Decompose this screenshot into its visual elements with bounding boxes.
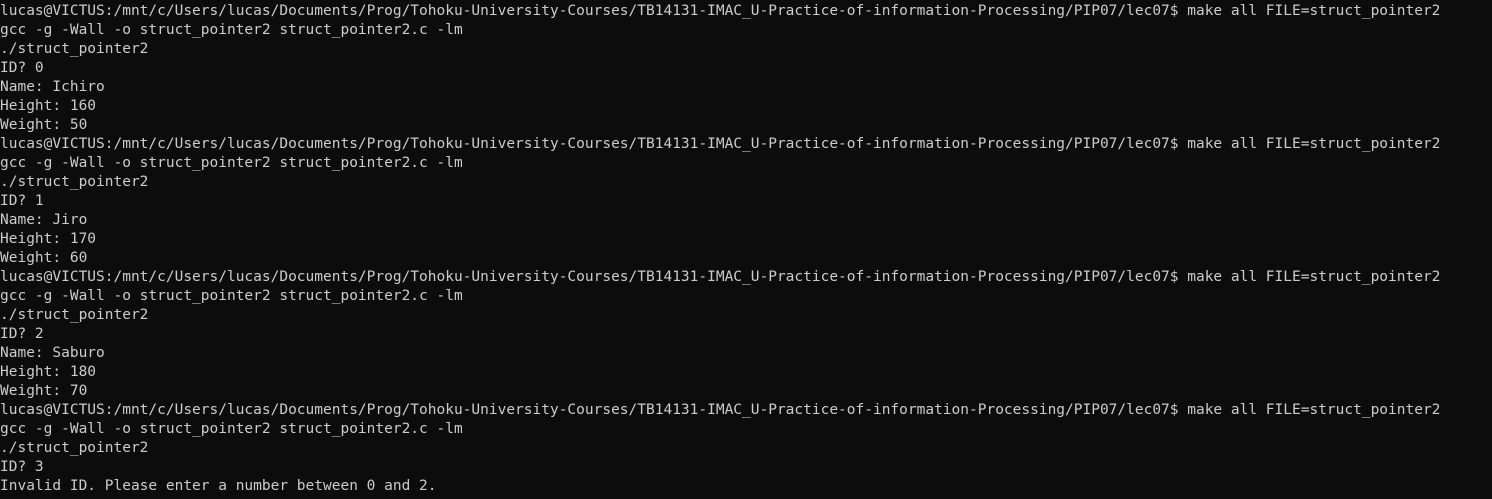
prompt-line: lucas@VICTUS:/mnt/c/Users/lucas/Document… xyxy=(0,3,1441,19)
compile-command-line: gcc -g -Wall -o struct_pointer2 struct_p… xyxy=(0,22,463,38)
height-output-line: Height: 170 xyxy=(0,231,97,247)
prompt-line: lucas@VICTUS:/mnt/c/Users/lucas/Document… xyxy=(0,402,1441,418)
run-command-line: ./struct_pointer2 xyxy=(0,41,149,57)
weight-output-line: Weight: 50 xyxy=(0,117,88,133)
prompt-line: lucas@VICTUS:/mnt/c/Users/lucas/Document… xyxy=(0,136,1441,152)
compile-command-line: gcc -g -Wall -o struct_pointer2 struct_p… xyxy=(0,288,463,304)
height-output-line: Height: 160 xyxy=(0,98,97,114)
name-output-line: Name: Saburo xyxy=(0,345,105,361)
weight-output-line: Weight: 70 xyxy=(0,383,88,399)
name-output-line: Name: Ichiro xyxy=(0,79,105,95)
error-output-line: Invalid ID. Please enter a number betwee… xyxy=(0,478,437,494)
compile-command-line: gcc -g -Wall -o struct_pointer2 struct_p… xyxy=(0,155,463,171)
id-prompt-line: ID? 3 xyxy=(0,459,44,475)
terminal-output[interactable]: lucas@VICTUS:/mnt/c/Users/lucas/Document… xyxy=(0,0,1492,499)
id-prompt-line: ID? 1 xyxy=(0,193,44,209)
prompt-line: lucas@VICTUS:/mnt/c/Users/lucas/Document… xyxy=(0,269,1441,285)
run-command-line: ./struct_pointer2 xyxy=(0,307,149,323)
id-prompt-line: ID? 0 xyxy=(0,60,44,76)
id-prompt-line: ID? 2 xyxy=(0,326,44,342)
weight-output-line: Weight: 60 xyxy=(0,250,88,266)
run-command-line: ./struct_pointer2 xyxy=(0,174,149,190)
compile-command-line: gcc -g -Wall -o struct_pointer2 struct_p… xyxy=(0,421,463,437)
name-output-line: Name: Jiro xyxy=(0,212,88,228)
height-output-line: Height: 180 xyxy=(0,364,97,380)
run-command-line: ./struct_pointer2 xyxy=(0,440,149,456)
